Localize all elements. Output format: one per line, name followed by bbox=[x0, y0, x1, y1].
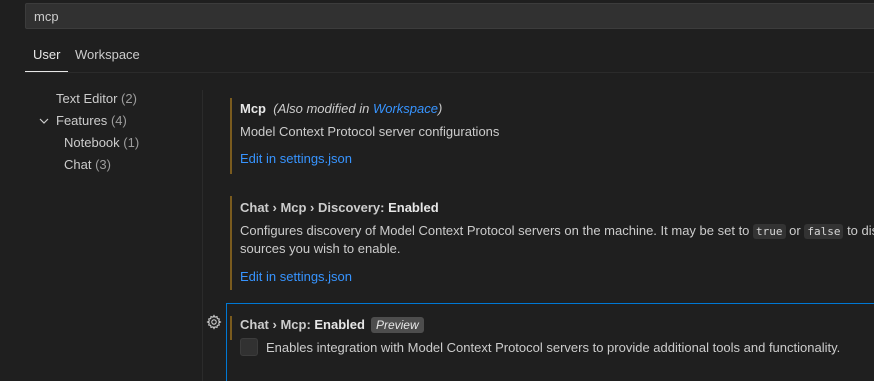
gear-icon[interactable] bbox=[206, 314, 222, 330]
setting-name: Enabled bbox=[388, 200, 439, 215]
setting-chat-mcp-discovery-enabled: Chat › Mcp › Discovery: Enabled Configur… bbox=[230, 196, 874, 291]
setting-name: Mcp bbox=[240, 101, 266, 116]
setting-title: Mcp (Also modified in Workspace) bbox=[240, 101, 442, 116]
edit-in-settings-json-link[interactable]: Edit in settings.json bbox=[240, 269, 352, 284]
toc-label: Chat bbox=[64, 157, 92, 172]
code-false: false bbox=[804, 224, 844, 239]
modified-suffix: ) bbox=[437, 101, 443, 116]
chevron-down-icon[interactable] bbox=[38, 115, 50, 127]
modified-indicator bbox=[230, 196, 232, 290]
description-text: Configures discovery of Model Context Pr… bbox=[240, 223, 754, 238]
toc-item-notebook[interactable]: Notebook (1) bbox=[64, 135, 139, 150]
settings-editor: mcp User Workspace Text Editor (2) Featu… bbox=[0, 0, 874, 381]
edit-in-settings-json-link[interactable]: Edit in settings.json bbox=[240, 151, 352, 166]
description-text: or bbox=[785, 223, 805, 238]
workspace-link[interactable]: Workspace bbox=[373, 101, 438, 116]
modified-prefix: (Also modified in bbox=[273, 101, 373, 116]
description-text: to disa bbox=[847, 223, 874, 238]
setting-mcp: Mcp (Also modified in Workspace) Model C… bbox=[230, 98, 874, 178]
setting-name: Enabled bbox=[314, 317, 365, 332]
toc-count: (2) bbox=[121, 91, 137, 106]
code-true: true bbox=[753, 224, 786, 239]
setting-description: Configures discovery of Model Context Pr… bbox=[240, 223, 874, 239]
setting-category: Chat › Mcp: bbox=[240, 317, 315, 332]
setting-chat-mcp-enabled: Chat › Mcp: Enabled Preview Enables integ… bbox=[230, 314, 874, 374]
toc-label: Notebook bbox=[64, 135, 120, 150]
modified-indicator bbox=[230, 316, 232, 340]
settings-search-input[interactable]: mcp bbox=[25, 3, 874, 29]
setting-description: Enables integration with Model Context P… bbox=[266, 340, 841, 355]
toc-count: (4) bbox=[110, 113, 127, 128]
setting-category: Chat › Mcp › Discovery: bbox=[240, 200, 389, 215]
setting-description: Model Context Protocol server configurat… bbox=[240, 124, 500, 139]
toc-item-text-editor[interactable]: Text Editor (2) bbox=[56, 91, 137, 106]
toc-label: Text Editor bbox=[56, 91, 118, 106]
toc-count: (3) bbox=[95, 157, 111, 172]
toc-count: (1) bbox=[123, 135, 140, 150]
search-input-value: mcp bbox=[34, 9, 59, 24]
toc-item-features[interactable]: Features (4) bbox=[56, 113, 127, 128]
setting-title: Chat › Mcp › Discovery: Enabled bbox=[240, 200, 439, 215]
tabs-divider bbox=[25, 72, 874, 73]
toc-label: Features bbox=[56, 113, 108, 128]
setting-description-line2: sources you wish to enable. bbox=[240, 241, 401, 256]
tab-workspace[interactable]: Workspace bbox=[67, 40, 148, 72]
preview-badge: Preview bbox=[370, 317, 424, 333]
enabled-checkbox[interactable] bbox=[240, 338, 258, 356]
setting-title: Chat › Mcp: Enabled Preview bbox=[240, 317, 424, 333]
toc-divider bbox=[202, 90, 203, 381]
tab-user[interactable]: User bbox=[25, 40, 69, 72]
toc-item-chat[interactable]: Chat (3) bbox=[64, 157, 111, 172]
modified-indicator bbox=[230, 98, 232, 174]
